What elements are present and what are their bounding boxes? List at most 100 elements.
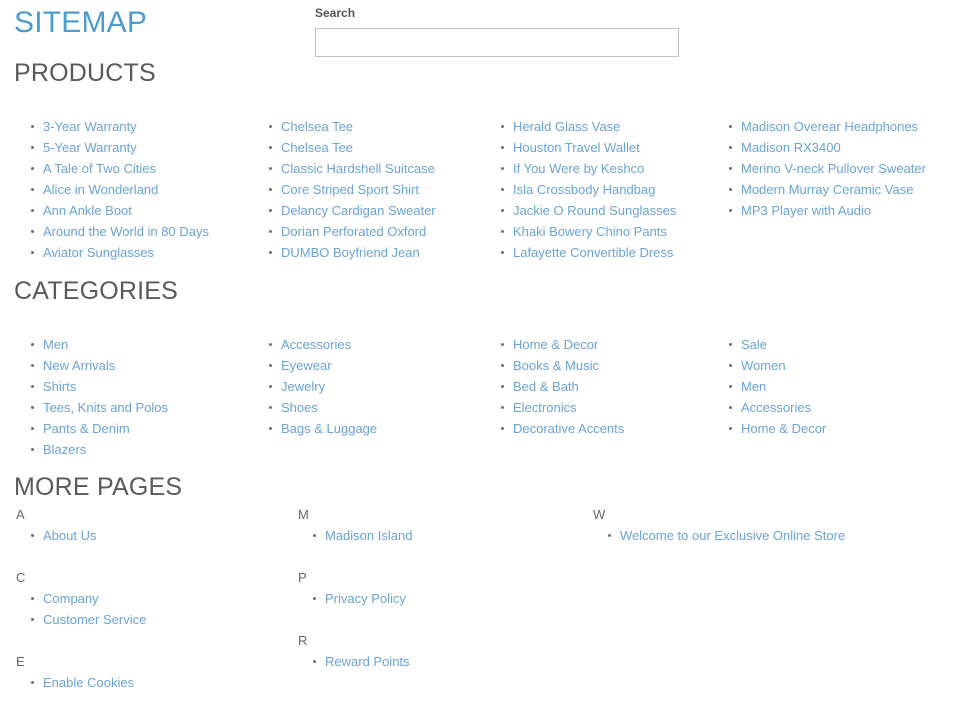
page-link[interactable]: Enable Cookies [43,675,134,690]
category-link[interactable]: Blazers [43,442,86,457]
category-link[interactable]: Electronics [513,400,577,415]
list-item: Bed & Bath [501,376,723,397]
link-list: Sale Women Men Accessories Home & Decor [729,334,951,439]
page-link[interactable]: Madison Island [325,528,412,543]
category-link[interactable]: Accessories [281,337,351,352]
more-pages-heading: MORE PAGES [14,473,183,501]
list-item: 5-Year Warranty [31,137,263,158]
category-link[interactable]: Shoes [281,400,318,415]
alpha-letter-heading: P [298,570,307,585]
products-column-1: 3-Year Warranty 5-Year Warranty A Tale o… [31,116,263,263]
category-link[interactable]: New Arrivals [43,358,115,373]
product-link[interactable]: Jackie O Round Sunglasses [513,203,676,218]
category-link[interactable]: Jewelry [281,379,325,394]
category-link[interactable]: Men [741,379,766,394]
list-item: Bags & Luggage [269,418,497,439]
product-link[interactable]: Madison RX3400 [741,140,841,155]
page-link[interactable]: About Us [43,528,96,543]
list-item: Chelsea Tee [269,116,497,137]
link-list: Reward Points [298,651,578,672]
category-link[interactable]: Shirts [43,379,76,394]
page-link[interactable]: Reward Points [325,654,410,669]
product-link[interactable]: Around the World in 80 Days [43,224,209,239]
product-link[interactable]: Dorian Perforated Oxford [281,224,426,239]
product-link[interactable]: If You Were by Keshco [513,161,644,176]
product-link[interactable]: Core Striped Sport Shirt [281,182,419,197]
product-link[interactable]: 5-Year Warranty [43,140,137,155]
list-item: Jackie O Round Sunglasses [501,200,723,221]
page-link[interactable]: Privacy Policy [325,591,406,606]
category-link[interactable]: Home & Decor [513,337,598,352]
product-link[interactable]: MP3 Player with Audio [741,203,871,218]
category-link[interactable]: Pants & Denim [43,421,130,436]
product-link[interactable]: Chelsea Tee [281,119,353,134]
search-input[interactable] [315,28,679,57]
product-link[interactable]: A Tale of Two Cities [43,161,156,176]
category-link[interactable]: Men [43,337,68,352]
list-item: Madison RX3400 [729,137,951,158]
category-link[interactable]: Sale [741,337,767,352]
category-link[interactable]: Home & Decor [741,421,826,436]
link-list: Accessories Eyewear Jewelry Shoes Bags &… [269,334,497,439]
more-pages-column-3: W Welcome to our Exclusive Online Store [593,504,953,567]
list-item: Tees, Knits and Polos [31,397,263,418]
category-link[interactable]: Bed & Bath [513,379,579,394]
more-pages-column-2: M Madison Island P Privacy Policy R Rewa… [298,504,578,693]
list-item: Chelsea Tee [269,137,497,158]
category-link[interactable]: Tees, Knits and Polos [43,400,168,415]
link-list: Company Customer Service [16,588,286,630]
product-link[interactable]: Chelsea Tee [281,140,353,155]
link-list: 3-Year Warranty 5-Year Warranty A Tale o… [31,116,263,263]
categories-column-2: Accessories Eyewear Jewelry Shoes Bags &… [269,334,497,439]
list-item: Merino V-neck Pullover Sweater [729,158,951,179]
alpha-letter-heading: M [298,507,309,522]
list-item: Men [729,376,951,397]
alpha-letter-heading: W [593,507,606,522]
categories-column-3: Home & Decor Books & Music Bed & Bath El… [501,334,723,439]
product-link[interactable]: Aviator Sunglasses [43,245,154,260]
category-link[interactable]: Accessories [741,400,811,415]
link-list: Enable Cookies [16,672,286,693]
link-list: Welcome to our Exclusive Online Store [593,525,953,546]
product-link[interactable]: Isla Crossbody Handbag [513,182,655,197]
category-link[interactable]: Women [741,358,786,373]
list-item: Madison Overear Headphones [729,116,951,137]
category-link[interactable]: Eyewear [281,358,332,373]
product-link[interactable]: Houston Travel Wallet [513,140,640,155]
product-link[interactable]: Khaki Bowery Chino Pants [513,224,667,239]
product-link[interactable]: Merino V-neck Pullover Sweater [741,161,926,176]
more-pages-group: R Reward Points [298,630,578,672]
product-link[interactable]: Alice in Wonderland [43,182,158,197]
product-link[interactable]: Modern Murray Ceramic Vase [741,182,913,197]
product-link[interactable]: Madison Overear Headphones [741,119,918,134]
products-column-4: Madison Overear Headphones Madison RX340… [729,116,951,221]
link-list: Privacy Policy [298,588,578,609]
category-link[interactable]: Bags & Luggage [281,421,377,436]
list-item: Core Striped Sport Shirt [269,179,497,200]
list-item: Customer Service [31,609,286,630]
product-link[interactable]: DUMBO Boyfriend Jean [281,245,420,260]
product-link[interactable]: 3-Year Warranty [43,119,137,134]
list-item: Khaki Bowery Chino Pants [501,221,723,242]
more-pages-group: A About Us [16,504,286,546]
list-item: Herald Glass Vase [501,116,723,137]
list-item: Blazers [31,439,263,460]
product-link[interactable]: Ann Ankle Boot [43,203,132,218]
page-link[interactable]: Company [43,591,99,606]
page-link[interactable]: Welcome to our Exclusive Online Store [620,528,845,543]
list-item: New Arrivals [31,355,263,376]
product-link[interactable]: Classic Hardshell Suitcase [281,161,435,176]
page-link[interactable]: Customer Service [43,612,146,627]
list-item: Electronics [501,397,723,418]
category-link[interactable]: Books & Music [513,358,599,373]
product-link[interactable]: Delancy Cardigan Sweater [281,203,436,218]
products-heading: PRODUCTS [14,59,156,87]
category-link[interactable]: Decorative Accents [513,421,624,436]
product-link[interactable]: Herald Glass Vase [513,119,620,134]
list-item: Shoes [269,397,497,418]
list-item: About Us [31,525,286,546]
list-item: Decorative Accents [501,418,723,439]
more-pages-area: A About Us C Company Customer Service E … [0,504,960,704]
product-link[interactable]: Lafayette Convertible Dress [513,245,673,260]
link-list: Madison Island [298,525,578,546]
